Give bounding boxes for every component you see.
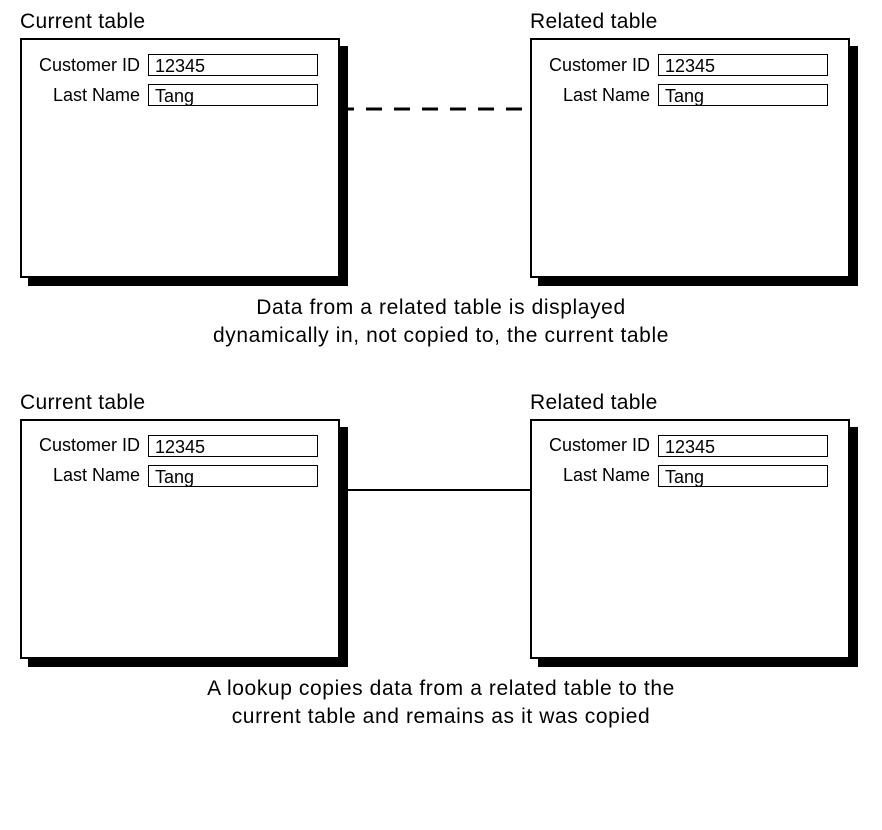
field-row-lastname: Last Name Tang: [22, 465, 328, 487]
field-row-customer: Customer ID 12345: [532, 435, 838, 457]
related-table-panel: Related table Customer ID 12345 Last Nam…: [530, 10, 850, 278]
last-name-value: Tang: [658, 84, 828, 106]
field-row-lastname: Last Name Tang: [532, 465, 838, 487]
panel-title: Current table: [20, 10, 340, 34]
field-row-lastname: Last Name Tang: [22, 84, 328, 106]
panel-title: Current table: [20, 391, 340, 415]
last-name-value: Tang: [148, 84, 318, 106]
last-name-label: Last Name: [532, 465, 658, 486]
customer-id-label: Customer ID: [22, 55, 148, 76]
customer-id-label: Customer ID: [532, 435, 658, 456]
panel-title: Related table: [530, 391, 850, 415]
field-row-customer: Customer ID 12345: [22, 435, 328, 457]
customer-id-value: 12345: [148, 435, 318, 457]
last-name-label: Last Name: [532, 85, 658, 106]
last-name-label: Last Name: [22, 465, 148, 486]
customer-id-label: Customer ID: [22, 435, 148, 456]
customer-id-value: 12345: [658, 435, 828, 457]
field-row-customer: Customer ID 12345: [532, 54, 838, 76]
customer-id-value: 12345: [148, 54, 318, 76]
customer-id-value: 12345: [658, 54, 828, 76]
field-row-customer: Customer ID 12345: [22, 54, 328, 76]
related-table-panel: Related table Customer ID 12345 Last Nam…: [530, 391, 850, 659]
panel-title: Related table: [530, 10, 850, 34]
section-dynamic: Current table Customer ID 12345 Last Nam…: [10, 10, 872, 351]
section-caption: Data from a related table is displayeddy…: [10, 294, 872, 351]
current-table-panel: Current table Customer ID 12345 Last Nam…: [20, 391, 340, 659]
current-table-panel: Current table Customer ID 12345 Last Nam…: [20, 10, 340, 278]
customer-id-label: Customer ID: [532, 55, 658, 76]
field-row-lastname: Last Name Tang: [532, 84, 838, 106]
last-name-label: Last Name: [22, 85, 148, 106]
last-name-value: Tang: [658, 465, 828, 487]
last-name-value: Tang: [148, 465, 318, 487]
section-lookup: Current table Customer ID 12345 Last Nam…: [10, 391, 872, 732]
section-caption: A lookup copies data from a related tabl…: [10, 675, 872, 732]
